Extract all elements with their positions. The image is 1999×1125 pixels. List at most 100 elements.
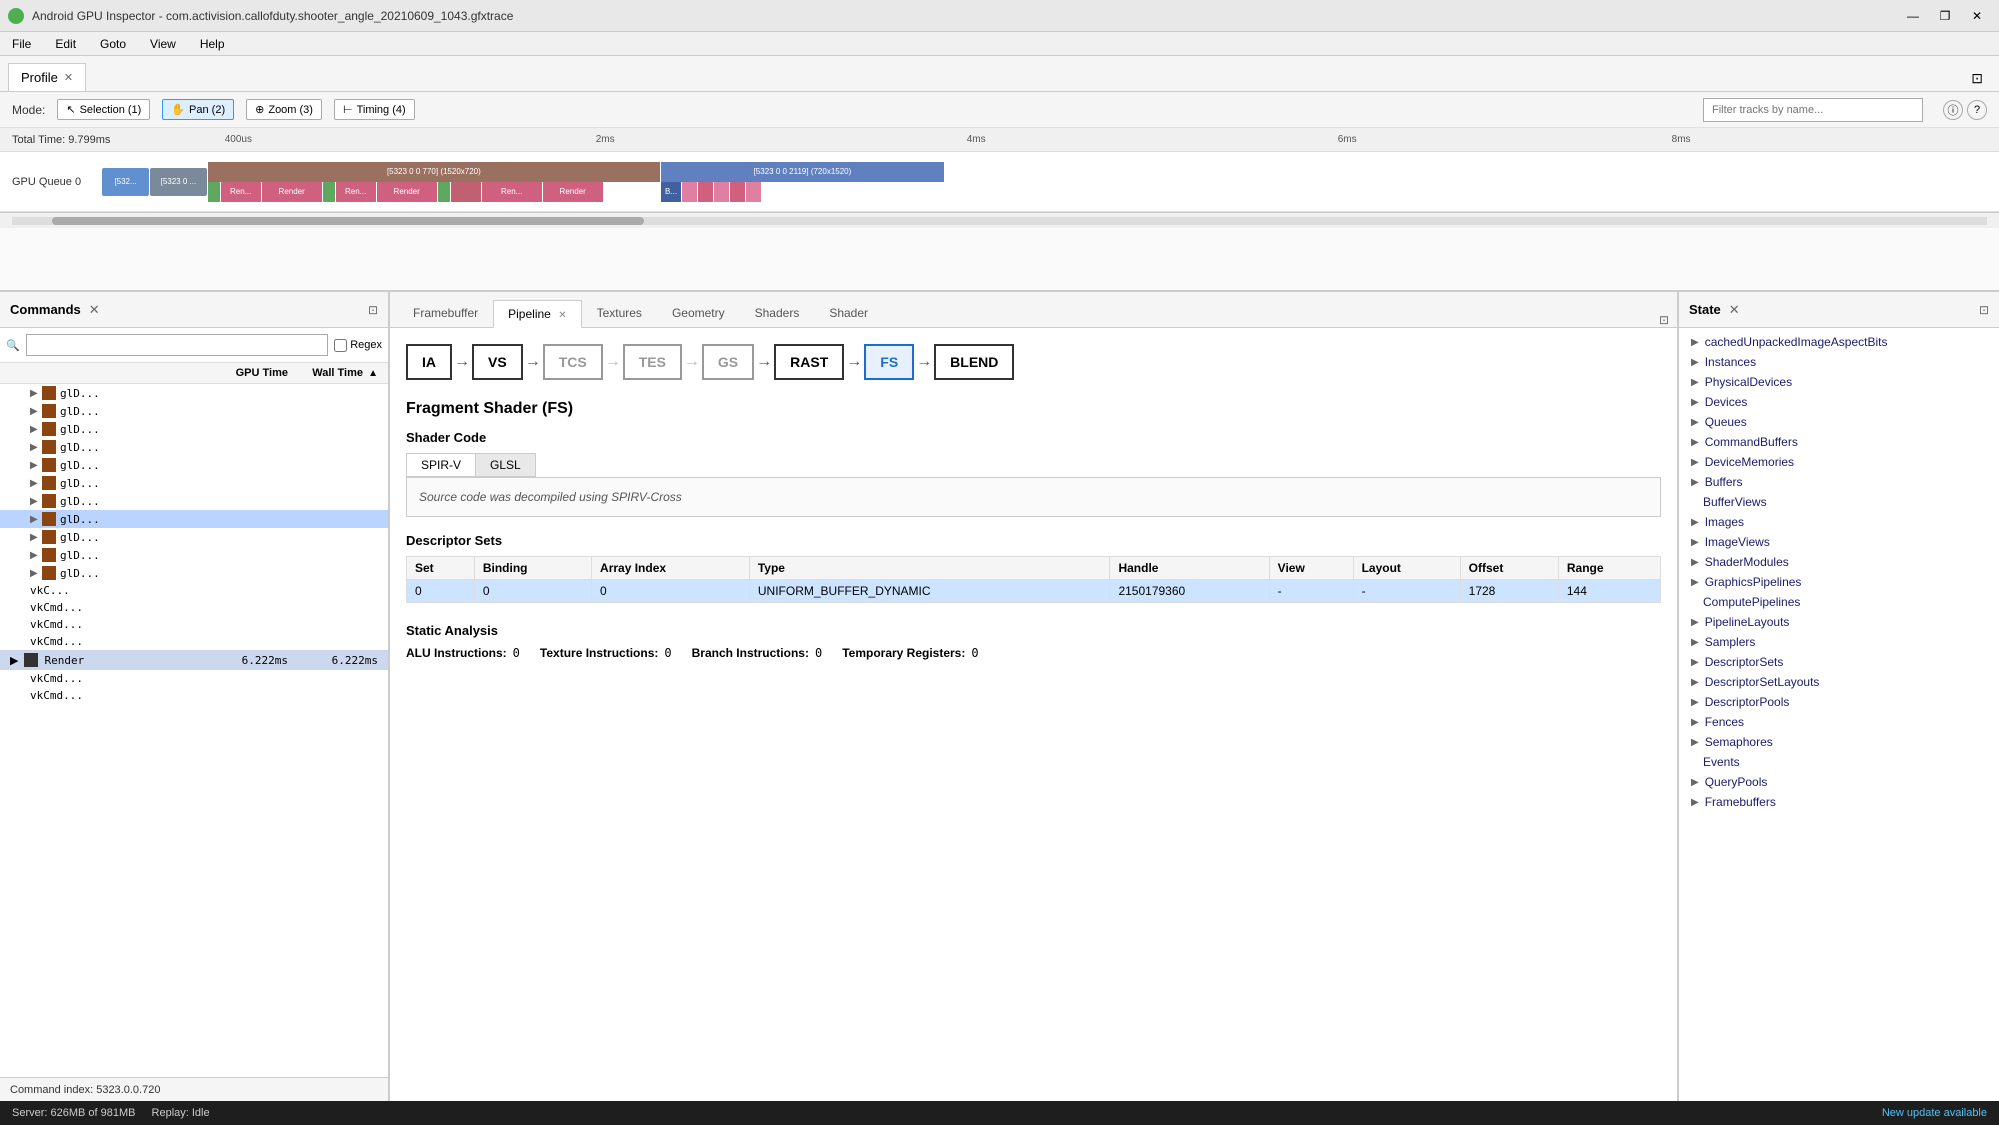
render-sub-6[interactable] [438, 182, 450, 202]
pipeline-expand-icon[interactable]: ⊡ [1659, 313, 1669, 327]
state-item-semaphores[interactable]: ▶ Semaphores [1679, 732, 1999, 752]
state-item-cachedUnpacked[interactable]: ▶ cachedUnpackedImageAspectBits [1679, 332, 1999, 352]
list-item[interactable]: ▶ glD... [0, 564, 388, 582]
track-sub-r2[interactable] [714, 182, 729, 202]
state-maximize-icon[interactable]: ⊡ [1979, 303, 1989, 317]
pipeline-node-gs[interactable]: GS [702, 344, 754, 380]
state-item-devicememories[interactable]: ▶ DeviceMemories [1679, 452, 1999, 472]
state-item-bufferviews[interactable]: BufferViews [1679, 492, 1999, 512]
pipeline-node-tcs[interactable]: TCS [543, 344, 603, 380]
track-sub-b[interactable]: B... [661, 182, 681, 202]
render-sub-9[interactable]: Render [543, 182, 603, 202]
minimize-button[interactable]: — [1899, 6, 1927, 26]
state-item-imageviews[interactable]: ▶ ImageViews [1679, 532, 1999, 552]
track-block-1[interactable]: [5323 0 ... [150, 168, 207, 196]
help-icon[interactable]: ? [1967, 100, 1987, 120]
descriptor-row[interactable]: 0 0 0 UNIFORM_BUFFER_DYNAMIC 2150179360 … [407, 580, 1661, 603]
track-block-0[interactable]: [532... [102, 168, 149, 196]
state-item-samplers[interactable]: ▶ Samplers [1679, 632, 1999, 652]
track-sub-r0[interactable] [682, 182, 697, 202]
zoom-mode-btn[interactable]: ⊕ Zoom (3) [246, 99, 322, 120]
state-item-pipelinelayouts[interactable]: ▶ PipelineLayouts [1679, 612, 1999, 632]
render-sub-0[interactable] [208, 182, 220, 202]
track-block-main[interactable]: [5323 0 0 770] (1520x720) [208, 162, 660, 182]
state-item-fences[interactable]: ▶ Fences [1679, 712, 1999, 732]
list-item[interactable]: ▶ glD... [0, 456, 388, 474]
spirv-tab[interactable]: SPIR-V [407, 454, 476, 476]
close-button[interactable]: ✕ [1963, 6, 1991, 26]
commands-close[interactable]: ✕ [89, 302, 100, 318]
state-item-images[interactable]: ▶ Images [1679, 512, 1999, 532]
list-item-vk[interactable]: vkC... [0, 582, 388, 599]
col-wall-header[interactable]: Wall Time ▲ [288, 367, 378, 379]
state-item-commandbuffers[interactable]: ▶ CommandBuffers [1679, 432, 1999, 452]
glsl-tab[interactable]: GLSL [476, 454, 535, 476]
info-icon[interactable]: ⓘ [1943, 100, 1963, 120]
track-block-2[interactable]: [5323 0 0 2119] (720x1520) [661, 162, 944, 182]
state-item-descriptorsetlayouts[interactable]: ▶ DescriptorSetLayouts [1679, 672, 1999, 692]
list-item[interactable]: ▶ glD... [0, 492, 388, 510]
state-item-buffers[interactable]: ▶ Buffers [1679, 472, 1999, 492]
profile-tab[interactable]: Profile ✕ [8, 63, 86, 91]
state-item-computepipelines[interactable]: ComputePipelines [1679, 592, 1999, 612]
render-sub-7[interactable] [451, 182, 481, 202]
menu-file[interactable]: File [4, 35, 39, 53]
update-link[interactable]: New update available [1882, 1107, 1987, 1119]
timing-mode-btn[interactable]: ⊢ Timing (4) [334, 99, 415, 120]
list-item[interactable]: ▶ glD... [0, 546, 388, 564]
profile-tab-close[interactable]: ✕ [64, 71, 73, 84]
regex-checkbox[interactable] [334, 339, 347, 352]
list-item-vk[interactable]: vkCmd... [0, 616, 388, 633]
render-sub-1[interactable]: Ren... [221, 182, 261, 202]
regex-label[interactable]: Regex [334, 339, 382, 352]
track-sub-r3[interactable] [730, 182, 745, 202]
menu-view[interactable]: View [142, 35, 184, 53]
state-item-physicaldevices[interactable]: ▶ PhysicalDevices [1679, 372, 1999, 392]
list-item[interactable]: ▶ glD... [0, 528, 388, 546]
col-gpu-header[interactable]: GPU Time [198, 367, 288, 379]
render-list-item[interactable]: ▶ Render 6.222ms 6.222ms [0, 650, 388, 670]
state-item-queues[interactable]: ▶ Queues [1679, 412, 1999, 432]
state-item-descriptorpools[interactable]: ▶ DescriptorPools [1679, 692, 1999, 712]
list-item-vk[interactable]: vkCmd... [0, 633, 388, 650]
pan-mode-btn[interactable]: ✋ Pan (2) [162, 99, 234, 120]
tab-shaders[interactable]: Shaders [740, 299, 815, 327]
timeline-scroll[interactable] [0, 212, 1999, 228]
state-item-devices[interactable]: ▶ Devices [1679, 392, 1999, 412]
render-sub-4[interactable]: Ren... [336, 182, 376, 202]
filter-input[interactable] [1703, 98, 1923, 122]
render-sub-5[interactable]: Render [377, 182, 437, 202]
list-item-vk[interactable]: vkCmd... [0, 687, 388, 704]
list-item[interactable]: ▶ glD... [0, 402, 388, 420]
state-item-querypools[interactable]: ▶ QueryPools [1679, 772, 1999, 792]
maximize-button[interactable]: ❐ [1931, 6, 1959, 26]
list-item[interactable]: ▶ glD... [0, 384, 388, 402]
render-sub-8[interactable]: Ren... [482, 182, 542, 202]
track-sub-r4[interactable] [746, 182, 761, 202]
menu-edit[interactable]: Edit [47, 35, 84, 53]
menu-help[interactable]: Help [192, 35, 233, 53]
tab-pipeline[interactable]: Pipeline ✕ [493, 300, 581, 328]
state-item-instances[interactable]: ▶ Instances [1679, 352, 1999, 372]
pipeline-node-blend[interactable]: BLEND [934, 344, 1014, 380]
list-item[interactable]: ▶ glD... [0, 438, 388, 456]
maximize-profile-icon[interactable]: ⊡ [1963, 66, 1991, 91]
state-item-framebuffers[interactable]: ▶ Framebuffers [1679, 792, 1999, 812]
state-item-shadermodules[interactable]: ▶ ShaderModules [1679, 552, 1999, 572]
list-item[interactable]: ▶ glD... [0, 420, 388, 438]
commands-search-input[interactable] [26, 334, 329, 356]
commands-maximize-icon[interactable]: ⊡ [368, 303, 378, 317]
state-close[interactable]: ✕ [1729, 302, 1740, 318]
pipeline-node-vs[interactable]: VS [472, 344, 523, 380]
pipeline-node-fs[interactable]: FS [864, 344, 914, 380]
tab-textures[interactable]: Textures [582, 299, 657, 327]
selection-mode-btn[interactable]: ↖ Selection (1) [57, 99, 150, 120]
state-item-graphicspipelines[interactable]: ▶ GraphicsPipelines [1679, 572, 1999, 592]
list-item-selected[interactable]: ▶ glD... [0, 510, 388, 528]
pipeline-node-tes[interactable]: TES [623, 344, 682, 380]
list-item-vk[interactable]: vkCmd... [0, 599, 388, 616]
pipeline-node-rast[interactable]: RAST [774, 344, 844, 380]
list-item[interactable]: ▶ glD... [0, 474, 388, 492]
render-sub-2[interactable]: Render [262, 182, 322, 202]
tab-shader[interactable]: Shader [814, 299, 883, 327]
